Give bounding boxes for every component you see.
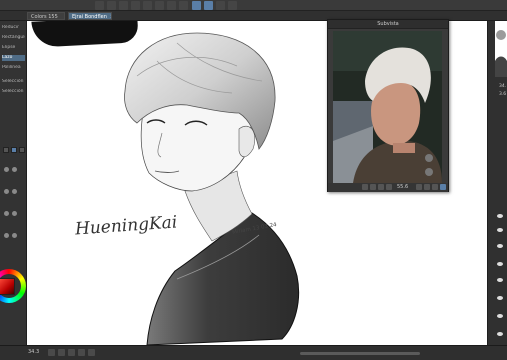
tool-button-9[interactable]: [216, 1, 225, 10]
close-icon[interactable]: ×: [110, 14, 111, 19]
zoom-out-icon[interactable]: [416, 184, 422, 190]
layer-visibility-icon[interactable]: [497, 314, 503, 318]
navigator-value-2: 3.6: [499, 92, 507, 97]
tool-option-selection-2[interactable]: Selección: [2, 89, 25, 95]
stabilizer-toggle[interactable]: [204, 1, 213, 10]
brush-dot-icon[interactable]: [12, 211, 17, 216]
rotate-left-icon[interactable]: [362, 184, 368, 190]
brush-dot-icon[interactable]: [4, 211, 9, 216]
tab-colors[interactable]: Colors 155: [27, 12, 65, 20]
tool-option-selection-1[interactable]: Selección: [2, 79, 25, 85]
navigator-value-1: 34.: [499, 84, 507, 89]
zoom-out-button[interactable]: [48, 349, 55, 356]
tool-option-reduce[interactable]: Reducir: [2, 25, 25, 31]
flip-view-button[interactable]: [88, 349, 95, 356]
brush-dot-icon[interactable]: [12, 233, 17, 238]
tool-option-rectangle[interactable]: Rectángulo: [2, 35, 25, 41]
layer-visibility-icon[interactable]: [497, 244, 503, 248]
tab-active-document[interactable]: Ejrai Bondflen×: [68, 12, 112, 20]
tab-label: Ejrai Bondflen: [72, 14, 107, 20]
subview-title[interactable]: Subvista: [328, 20, 448, 29]
brush-dot-icon[interactable]: [12, 189, 17, 194]
layer-visibility-icon[interactable]: [497, 228, 503, 232]
tool-button-6[interactable]: [155, 1, 164, 10]
reset-icon[interactable]: [386, 184, 392, 190]
menu-toolbar: [0, 0, 507, 11]
navigator-thumbnail[interactable]: [495, 21, 507, 77]
brush-size-preset[interactable]: [19, 147, 25, 153]
reference-photo-image: [333, 31, 442, 183]
fit-view-button[interactable]: [68, 349, 75, 356]
color-saturation-square[interactable]: [0, 278, 15, 295]
tool-button-7[interactable]: [167, 1, 176, 10]
brush-dot-icon[interactable]: [4, 167, 9, 172]
zoom-in-button[interactable]: [58, 349, 65, 356]
subview-zoom-value: 55.6: [397, 184, 409, 190]
pen-pressure-toggle[interactable]: [192, 1, 201, 10]
tab-label: Colors 155: [31, 14, 58, 20]
brush-dot-icon[interactable]: [4, 233, 9, 238]
brush-size-preset-active[interactable]: [11, 147, 17, 153]
reference-photo[interactable]: [333, 31, 442, 183]
tool-button-2[interactable]: [107, 1, 116, 10]
layer-visibility-icon[interactable]: [497, 296, 503, 300]
eyedropper-icon[interactable]: [440, 184, 446, 190]
layer-visibility-icon[interactable]: [497, 332, 503, 336]
horizontal-scrollbar[interactable]: [300, 352, 420, 355]
tool-option-ellipse[interactable]: Elipse: [2, 45, 25, 51]
tool-button-8[interactable]: [179, 1, 188, 10]
canvas-zoom-readout: 34.3: [28, 349, 40, 355]
tool-button-3[interactable]: [119, 1, 128, 10]
brush-size-preset[interactable]: [3, 147, 9, 153]
layer-visibility-icon[interactable]: [497, 278, 503, 282]
rotate-view-button[interactable]: [78, 349, 85, 356]
subview-controls: 55.6: [328, 183, 448, 192]
delete-icon[interactable]: [432, 184, 438, 190]
tool-button-10[interactable]: [228, 1, 237, 10]
thumbnail-image: [495, 21, 507, 77]
tool-button-4[interactable]: [131, 1, 140, 10]
flip-icon[interactable]: [378, 184, 384, 190]
layer-visibility-icon[interactable]: [497, 214, 503, 218]
tool-option-polyline[interactable]: Polilínea: [2, 65, 25, 71]
brush-dot-icon[interactable]: [4, 189, 9, 194]
reference-subview-window[interactable]: Subvista 55.6: [327, 19, 449, 192]
status-bar: 34.3: [0, 345, 507, 360]
layer-visibility-icon[interactable]: [497, 262, 503, 266]
tool-button-5[interactable]: [143, 1, 152, 10]
tool-property-panel: Reducir Rectángulo Elipse Lazo Polilínea…: [0, 21, 27, 351]
tool-option-lasso[interactable]: Lazo: [2, 55, 25, 61]
zoom-in-icon[interactable]: [424, 184, 430, 190]
rotate-right-icon[interactable]: [370, 184, 376, 190]
tool-button-1[interactable]: [95, 1, 104, 10]
brush-dot-icon[interactable]: [12, 167, 17, 172]
